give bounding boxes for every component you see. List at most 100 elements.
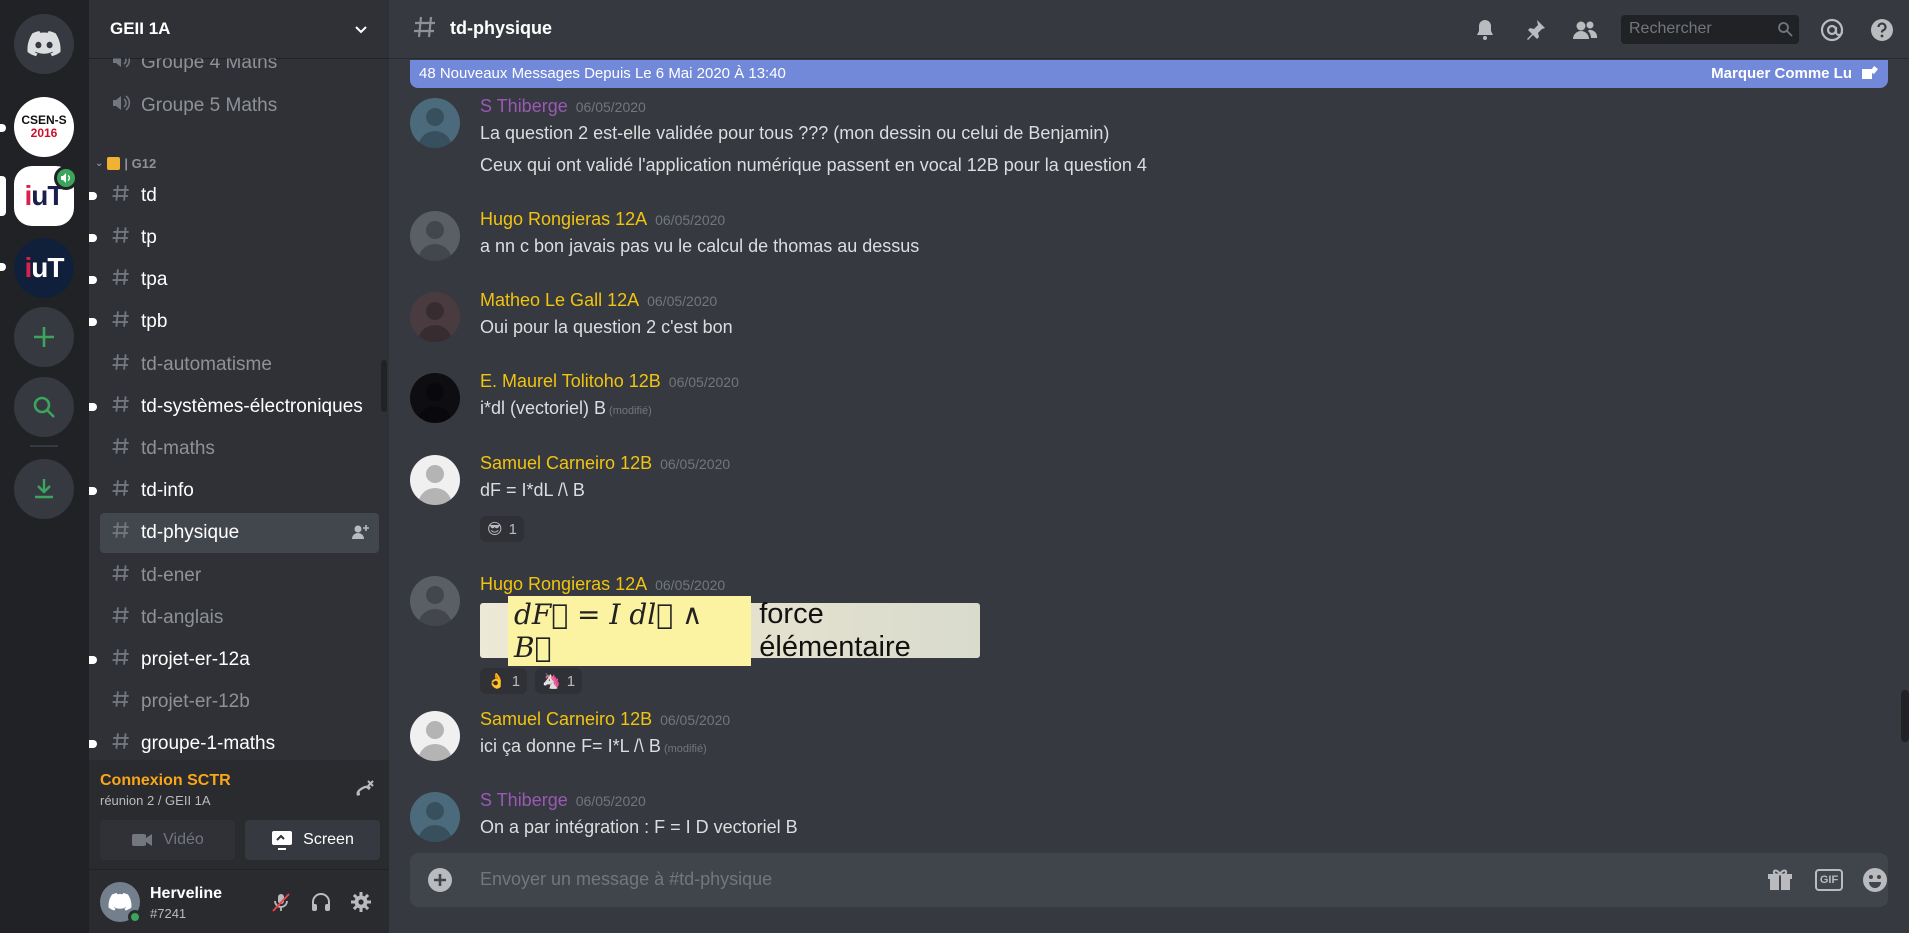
- channel-label: td: [141, 185, 157, 206]
- speaker-icon: [110, 93, 132, 119]
- guild-header[interactable]: GEII 1A: [89, 0, 389, 58]
- chat-scrollbar[interactable]: [1901, 690, 1909, 742]
- avatar[interactable]: [410, 373, 460, 423]
- notification-bell-icon[interactable]: [1472, 17, 1498, 43]
- gift-icon[interactable]: [1766, 866, 1794, 894]
- message-author[interactable]: Samuel Carneiro 12B 06/05/2020: [480, 453, 730, 474]
- channel-item-td-ener[interactable]: td-ener: [100, 556, 379, 596]
- channel-item-groupe-1-maths[interactable]: groupe-1-maths: [89, 724, 379, 760]
- pin-icon[interactable]: [1522, 17, 1548, 43]
- channel-item-td-anglais[interactable]: td-anglais: [100, 598, 379, 638]
- gif-button[interactable]: GIF: [1815, 866, 1843, 894]
- channel-label: tp: [141, 227, 157, 248]
- mentions-icon[interactable]: [1819, 17, 1845, 43]
- avatar[interactable]: [410, 792, 460, 842]
- image-attachment[interactable]: dF⃗ = I dl⃗ ∧ B⃗ force élémentaire: [480, 595, 980, 666]
- message-composer[interactable]: Envoyer un message à #td-physique GIF: [410, 853, 1888, 907]
- message-text: Oui pour la question 2 c'est bon: [480, 317, 733, 337]
- edited-label: (modifié): [663, 743, 707, 755]
- avatar[interactable]: [410, 292, 460, 342]
- home-button[interactable]: [14, 14, 74, 74]
- channel-item-td-automatisme[interactable]: td-automatisme: [100, 345, 379, 385]
- new-messages-bar[interactable]: 48 Nouveaux Messages Depuis Le 6 Mai 202…: [410, 60, 1888, 88]
- reaction-count: 1: [511, 672, 521, 690]
- reaction-button[interactable]: 😎 1: [480, 516, 524, 542]
- text-channel-icon: [412, 14, 438, 45]
- avatar[interactable]: [410, 711, 460, 761]
- channel-label: td-anglais: [141, 607, 224, 628]
- add-attachment-icon[interactable]: [426, 866, 454, 899]
- message-input[interactable]: Envoyer un message à #td-physique: [480, 869, 772, 890]
- avatar[interactable]: [100, 882, 142, 924]
- text-channel-icon: [110, 225, 132, 251]
- download-apps-button[interactable]: [14, 459, 74, 519]
- screen-share-button[interactable]: Screen: [245, 820, 380, 860]
- chat-area: td-physique Rechercher 48 Nouveaux Messa…: [389, 0, 1909, 933]
- message-author[interactable]: Hugo Rongieras 12A 06/05/2020: [480, 209, 725, 230]
- active-pill: [0, 176, 6, 216]
- voice-channel-item[interactable]: Groupe 5 Maths: [100, 86, 379, 126]
- message-author[interactable]: E. Maurel Tolitoho 12B 06/05/2020: [480, 371, 739, 392]
- server-rail: CSEN-S 2016 iuT iuT: [0, 0, 89, 933]
- channel-item-tpa[interactable]: tpa: [89, 260, 379, 300]
- video-button[interactable]: Vidéo: [100, 820, 235, 860]
- voice-status-title[interactable]: Connexion SCTR: [100, 772, 231, 790]
- text-channel-icon: [110, 183, 132, 209]
- voice-status-channel[interactable]: réunion 2 / GEII 1A: [100, 793, 211, 808]
- channel-label: td-info: [141, 480, 194, 501]
- unread-indicator: [89, 318, 97, 326]
- create-invite-icon[interactable]: [351, 523, 369, 547]
- deafen-button[interactable]: [307, 888, 335, 916]
- guild-name: GEII 1A: [110, 19, 171, 38]
- explore-button[interactable]: [14, 377, 74, 437]
- search-input[interactable]: Rechercher: [1621, 15, 1799, 44]
- text-channel-icon: [110, 647, 132, 673]
- channel-item-td-systèmes-électroniques[interactable]: td-systèmes-électroniques: [89, 387, 379, 427]
- members-icon[interactable]: [1572, 17, 1598, 43]
- text-channel-icon: [110, 605, 132, 631]
- message-author[interactable]: Hugo Rongieras 12A 06/05/2020: [480, 574, 725, 595]
- message-author[interactable]: Samuel Carneiro 12B 06/05/2020: [480, 709, 730, 730]
- message-author[interactable]: S Thiberge 06/05/2020: [480, 790, 646, 811]
- message-author[interactable]: Matheo Le Gall 12A 06/05/2020: [480, 290, 717, 311]
- add-server-icon: [34, 327, 54, 347]
- message-timestamp: 06/05/2020: [660, 456, 731, 472]
- channel-item-td[interactable]: td: [89, 176, 379, 216]
- mute-mic-button[interactable]: [267, 888, 295, 916]
- avatar[interactable]: [410, 455, 460, 505]
- reaction-button[interactable]: 🦄 1: [535, 668, 583, 694]
- channel-item-td-maths[interactable]: td-maths: [100, 429, 379, 469]
- channel-item-projet-er-12b[interactable]: projet-er-12b: [100, 682, 379, 722]
- channel-item-tpb[interactable]: tpb: [89, 302, 379, 342]
- text-channel-icon: [110, 731, 132, 757]
- server-iut-active[interactable]: iuT: [14, 166, 78, 226]
- username[interactable]: Herveline: [150, 885, 222, 903]
- help-icon[interactable]: [1869, 17, 1895, 43]
- message-timestamp: 06/05/2020: [655, 577, 726, 593]
- channel-item-td-info[interactable]: td-info: [89, 471, 379, 511]
- category-header[interactable]: ⌄ | G12: [95, 156, 156, 171]
- channel-label: td-ener: [141, 565, 202, 586]
- channel-item-projet-er-12a[interactable]: projet-er-12a: [89, 640, 379, 680]
- avatar[interactable]: [410, 576, 460, 626]
- message-author[interactable]: S Thiberge 06/05/2020: [480, 96, 646, 117]
- user-settings-button[interactable]: [347, 888, 375, 916]
- channel-item-tp[interactable]: tp: [89, 218, 379, 258]
- reaction-button[interactable]: 👌 1: [480, 668, 528, 694]
- text-channel-icon: [110, 478, 132, 504]
- avatar[interactable]: [410, 211, 460, 261]
- mark-as-read-button[interactable]: Marquer Comme Lu: [1711, 65, 1852, 82]
- emoji-icon[interactable]: [1861, 866, 1889, 894]
- server-csen[interactable]: CSEN-S 2016: [14, 97, 74, 157]
- add-server-button[interactable]: [14, 307, 74, 367]
- unread-indicator: [89, 403, 97, 411]
- server-iut[interactable]: iuT: [14, 238, 74, 298]
- channel-item-td-physique[interactable]: td-physique: [100, 513, 379, 553]
- user-tag: #7241: [150, 906, 187, 921]
- channel-scrollbar[interactable]: [381, 360, 387, 412]
- camera-icon: [132, 834, 153, 846]
- user-panel: Herveline #7241: [89, 870, 389, 933]
- formula-text: dF⃗ = I dl⃗ ∧ B⃗: [508, 595, 752, 666]
- disconnect-icon[interactable]: [351, 778, 375, 807]
- avatar[interactable]: [410, 98, 460, 148]
